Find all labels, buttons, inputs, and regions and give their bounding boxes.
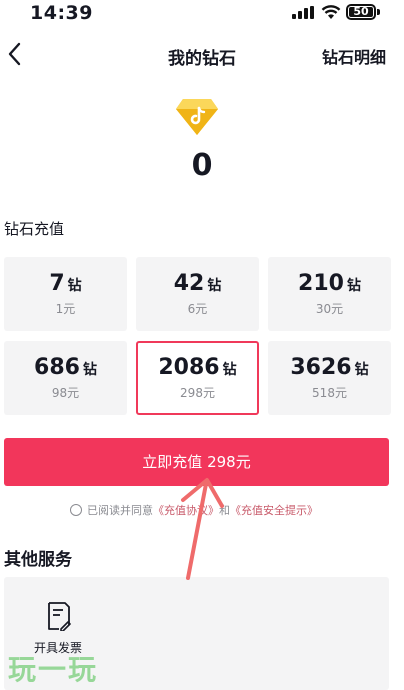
option-unit: 钻 [207,278,222,294]
option-amount: 3626 [290,355,352,380]
option-price: 98元 [51,386,80,400]
option-price: 6元 [187,302,208,316]
agreement-row: 已阅读并同意《充值协议》和《充值安全提示》 [70,502,318,518]
option-price: 518元 [312,386,347,400]
battery-level: 50 [353,5,369,18]
status-time: 14:39 [30,2,93,24]
agreement-checkbox[interactable] [70,504,82,516]
option-unit: 钻 [82,362,97,378]
option-unit: 钻 [67,278,82,294]
battery-cap [377,9,380,15]
status-bar: 14:39 50 [0,0,404,26]
recharge-option[interactable]: 7钻 1元 [4,257,127,331]
option-amount: 2086 [158,355,220,380]
option-amount-line: 210 钻 [268,270,391,298]
option-price: 30元 [315,302,344,316]
option-amount-line: 686 钻 [4,354,127,382]
wifi-icon [321,5,341,19]
diamond-icon [176,99,218,135]
option-amount-line: 42 钻 [136,270,259,298]
option-amount: 7 [49,271,65,296]
option-unit: 钻 [222,362,237,378]
battery-icon: 50 [346,4,376,20]
option-unit: 钻 [354,362,369,378]
watermark: 玩一玩 [8,653,99,686]
recharge-agreement-link[interactable]: 《充值协议》 [153,504,219,517]
recharge-option[interactable]: 3626 钻 518元 [268,341,391,415]
recharge-section-title: 钻石充值 [4,220,65,238]
recharge-option[interactable]: 2086 钻 298元 [136,341,259,415]
option-unit: 钻 [346,278,361,294]
diamond-details-link[interactable]: 钻石明细 [322,44,386,68]
recharge-safety-tips-link[interactable]: 《充值安全提示》 [230,504,318,517]
recharge-now-button[interactable]: 立即充值 298元 [4,438,389,486]
option-amount-line: 7钻 [4,270,127,298]
recharge-option[interactable]: 42 钻 6元 [136,257,259,331]
recharge-options-grid: 7钻 1元 42 钻 6元 210 钻 30元 686 钻 98元 2086 钻 298… [4,257,391,415]
option-amount-line: 2086 钻 [138,354,257,382]
recharge-option[interactable]: 210 钻 30元 [268,257,391,331]
invoice-icon [48,602,71,631]
option-amount: 210 [298,271,344,296]
agreement-prefix: 已阅读并同意 [87,504,153,517]
option-amount: 42 [173,271,205,296]
option-price: 1元 [55,302,76,316]
other-services-title: 其他服务 [4,550,72,570]
option-amount-line: 3626 钻 [268,354,391,382]
recharge-option[interactable]: 686 钻 98元 [4,341,127,415]
option-price: 298元 [180,386,215,400]
agreement-connector: 和 [219,504,230,517]
option-amount: 686 [34,355,80,380]
diamond-balance: 0 [191,148,213,183]
signal-icon [292,6,316,19]
